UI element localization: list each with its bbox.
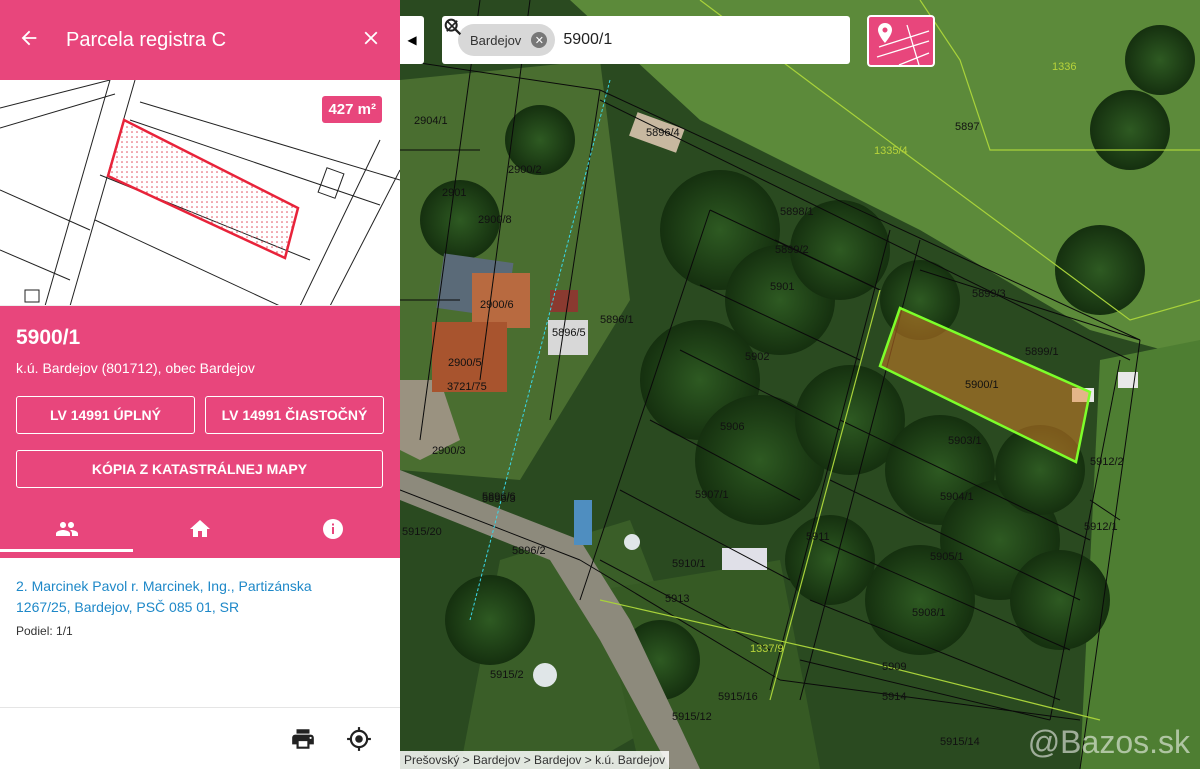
map-label: 5915/2	[490, 669, 524, 681]
map-label: 5907/1	[695, 489, 729, 501]
panel-footer	[0, 707, 400, 769]
map-label: 5901	[770, 281, 794, 293]
map-label: 5902	[745, 351, 769, 363]
panel-tabs	[0, 506, 400, 552]
owner-share: Podiel: 1/1	[16, 624, 73, 638]
map-label: 5903/1	[948, 435, 982, 447]
locate-icon[interactable]	[346, 726, 372, 752]
map-label: 5899/1	[1025, 346, 1059, 358]
map-label: 5904/1	[940, 491, 974, 503]
layer-parcel-icon	[876, 23, 930, 65]
chip-remove-icon[interactable]: ✕	[531, 32, 548, 48]
map-label: 2900/8	[478, 214, 512, 226]
search-icon[interactable]	[444, 18, 840, 56]
tab-owners[interactable]	[0, 506, 134, 552]
map-copy-button[interactable]: KÓPIA Z KATASTRÁLNEJ MAPY	[16, 450, 383, 488]
home-icon	[189, 520, 210, 537]
map-label: 5896/6	[482, 491, 516, 503]
map-label: 5910/1	[672, 558, 706, 570]
map-label: 1337/9	[750, 643, 784, 655]
owner-link[interactable]: 2. Marcinek Pavol r. Marcinek, Ing., Par…	[16, 576, 384, 618]
map-label: 3721/75	[447, 381, 487, 393]
app-root: Parcela registra C 427 m² 5900/1 k.ú. Ba…	[0, 0, 1200, 769]
lv-full-button[interactable]: LV 14991 ÚPLNÝ	[16, 396, 195, 434]
map-label: 5898/1	[780, 206, 814, 218]
map-label: 5896/4	[646, 127, 680, 139]
parcel-info: 5900/1 k.ú. Bardejov (801712), obec Bard…	[0, 306, 400, 558]
owner-line-1: 2. Marcinek Pavol r. Marcinek, Ing., Par…	[16, 578, 312, 594]
map-label: 5909	[882, 661, 906, 673]
chevron-left-icon: ◀	[407, 33, 417, 47]
map-label: 5896/5	[552, 327, 586, 339]
panel-title: Parcela registra C	[66, 28, 227, 51]
back-arrow-icon[interactable]	[18, 27, 54, 53]
area-badge: 427 m²	[322, 96, 382, 123]
map-label: 5915/20	[402, 526, 442, 538]
parcel-cadastral-area: k.ú. Bardejov (801712), obec Bardejov	[16, 360, 255, 376]
map-label: 5914	[882, 691, 906, 703]
clear-icon[interactable]	[446, 20, 808, 56]
map-label: 5913	[665, 593, 689, 605]
map-label: 5900/1	[965, 379, 999, 391]
map-label: 5899/3	[972, 288, 1006, 300]
location-chip-label: Bardejov	[470, 32, 522, 48]
map-label: 1335/4	[874, 145, 908, 157]
parcel-panel: Parcela registra C 427 m² 5900/1 k.ú. Ba…	[0, 0, 400, 769]
parcel-number: 5900/1	[16, 326, 81, 349]
map-label: 2900/5	[448, 357, 482, 369]
watermark: @Bazos.sk	[1027, 724, 1190, 760]
search-input[interactable]: 5900/1	[555, 31, 776, 49]
search-bar[interactable]: Bardejov ✕ 5900/1	[442, 16, 850, 64]
map-label: 5905/1	[930, 551, 964, 563]
location-chip[interactable]: Bardejov ✕	[458, 24, 556, 56]
layer-parcel-button[interactable]	[867, 15, 935, 67]
map-label: 5896/1	[600, 314, 634, 326]
map-label: 5906	[720, 421, 744, 433]
map-label: 1336	[1052, 61, 1076, 73]
lv-partial-button[interactable]: LV 14991 ČIASTOČNÝ	[205, 396, 384, 434]
map-label: 2900/2	[508, 164, 542, 176]
print-icon[interactable]	[290, 726, 316, 752]
map-label: 5915/12	[672, 711, 712, 723]
map-label: 5915/16	[718, 691, 758, 703]
map-label: 2900/3	[432, 445, 466, 457]
map-canvas[interactable]: 5897 5898/1 5899/2 5899/3 5899/1 5900/1 …	[400, 0, 1200, 769]
map-label: 5896/2	[512, 545, 546, 557]
tab-info[interactable]	[267, 506, 400, 552]
panel-header: Parcela registra C	[0, 0, 400, 80]
map-label: 5899/2	[775, 244, 809, 256]
tab-building[interactable]	[133, 506, 266, 552]
map-label: 5908/1	[912, 607, 946, 619]
map-label: 5912/1	[1084, 521, 1118, 533]
owner-section: 2. Marcinek Pavol r. Marcinek, Ing., Par…	[0, 558, 400, 656]
owner-line-2: 1267/25, Bardejov, PSČ 085 01, SR	[16, 599, 240, 615]
map-view[interactable]: 5897 5898/1 5899/2 5899/3 5899/1 5900/1 …	[400, 0, 1200, 769]
map-label: 2900/6	[480, 299, 514, 311]
people-icon	[55, 522, 78, 536]
close-icon[interactable]	[360, 25, 382, 56]
lv-button-row: LV 14991 ÚPLNÝ LV 14991 ČIASTOČNÝ	[16, 396, 384, 434]
map-label: 5915/14	[940, 736, 980, 748]
breadcrumb: Prešovský > Bardejov > Bardejov > k.ú. B…	[400, 751, 670, 769]
map-label: 5897	[955, 121, 979, 133]
parcel-mini-map: 427 m²	[0, 80, 400, 306]
map-label: 2904/1	[414, 115, 448, 127]
info-icon	[323, 519, 344, 539]
collapse-panel-button[interactable]: ◀	[400, 16, 424, 64]
map-label: 5911	[806, 531, 830, 543]
map-label: 5912/2	[1090, 456, 1124, 468]
map-label: 2901	[442, 187, 466, 199]
